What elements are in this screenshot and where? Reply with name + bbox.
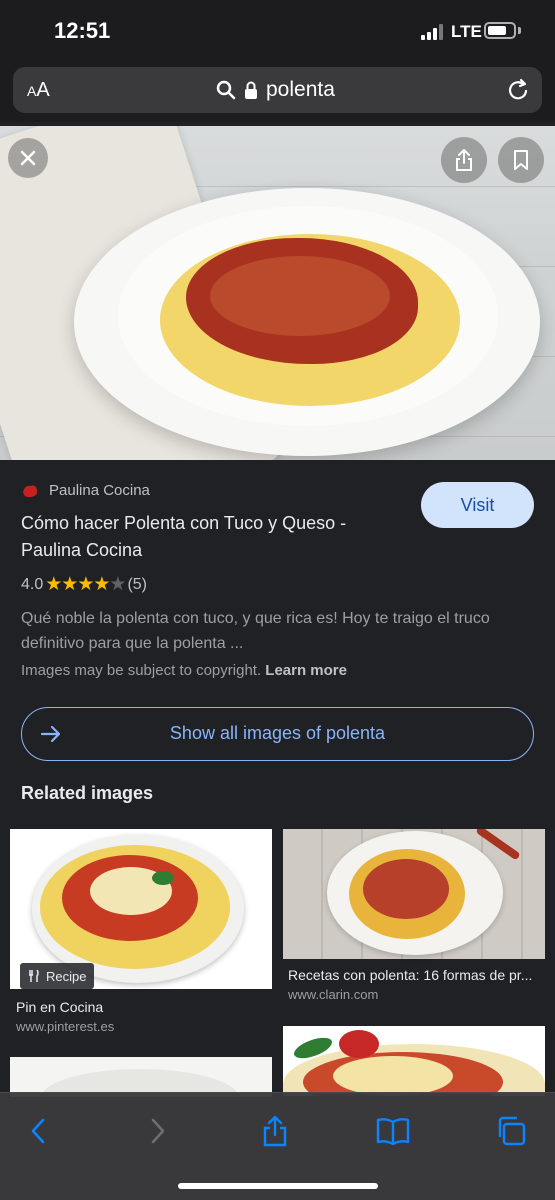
source-name: Paulina Cocina	[49, 482, 150, 499]
related-card[interactable]	[10, 1057, 272, 1097]
share-page-button[interactable]	[255, 1111, 295, 1151]
reload-icon[interactable]	[508, 78, 530, 102]
rating-stars: ★★★★★	[45, 574, 126, 595]
related-domain: www.pinterest.es	[16, 1019, 115, 1034]
result-image[interactable]	[0, 126, 555, 460]
related-title: Recetas con polenta: 16 formas de pr...	[288, 967, 533, 983]
status-bar: 12:51 LTE	[0, 0, 555, 62]
related-card[interactable]: Recetas con polenta: 16 formas de pr... …	[283, 829, 545, 1009]
copyright-note: Images may be subject to copyright. Lear…	[21, 662, 347, 679]
source[interactable]: Paulina Cocina	[21, 482, 150, 499]
address-area: AA polenta	[0, 62, 555, 122]
tabs-button[interactable]	[491, 1111, 531, 1151]
related-card[interactable]: Recipe Pin en Cocina www.pinterest.es	[10, 829, 272, 1044]
close-button[interactable]	[8, 138, 48, 178]
lock-icon	[245, 81, 257, 99]
share-icon	[263, 1115, 287, 1147]
share-button[interactable]	[441, 137, 487, 183]
related-heading: Related images	[21, 783, 154, 803]
share-icon	[456, 149, 472, 171]
close-icon	[20, 150, 36, 166]
forward-button[interactable]	[138, 1111, 178, 1151]
text-size-button[interactable]: AA	[27, 79, 50, 102]
book-icon	[376, 1118, 410, 1145]
rating-count: (5)	[127, 575, 147, 593]
chevron-left-icon	[31, 1118, 45, 1144]
fork-knife-icon	[29, 969, 39, 982]
show-all-label: Show all images of polenta	[169, 723, 386, 743]
result-title[interactable]: Cómo hacer Polenta con Tuco y Queso - Pa…	[21, 510, 401, 564]
learn-more-link[interactable]: Learn more	[265, 662, 347, 679]
address-bar[interactable]: AA polenta	[13, 67, 542, 113]
visit-button[interactable]: Visit	[421, 482, 534, 528]
related-title: Pin en Cocina	[16, 999, 104, 1015]
result-description: Qué noble la polenta con tuco, y que ric…	[21, 610, 490, 652]
search-icon	[216, 80, 236, 100]
bookmark-icon	[514, 150, 528, 170]
related-thumbnail	[283, 1026, 545, 1096]
recipe-badge: Recipe	[20, 963, 95, 989]
related-thumbnail	[10, 1057, 272, 1097]
bookmarks-button[interactable]	[373, 1111, 413, 1151]
chevron-right-icon	[151, 1118, 165, 1144]
related-domain: www.clarin.com	[288, 987, 379, 1002]
battery-icon	[484, 22, 516, 39]
save-button[interactable]	[498, 137, 544, 183]
network-label: LTE	[451, 22, 482, 41]
tabs-icon	[498, 1116, 526, 1146]
related-thumbnail	[283, 829, 545, 959]
home-indicator	[178, 1183, 378, 1189]
signal-icon	[421, 24, 443, 40]
rating: 4.0 ★★★★★ (5)	[21, 573, 147, 596]
show-all-images-button[interactable]: Show all images of polenta	[21, 707, 534, 761]
rating-value: 4.0	[21, 575, 44, 593]
related-card[interactable]	[283, 1026, 545, 1096]
url-text: polenta	[266, 78, 335, 101]
status-time: 12:51	[54, 18, 111, 43]
back-button[interactable]	[18, 1111, 58, 1151]
site-logo-icon	[23, 485, 38, 497]
